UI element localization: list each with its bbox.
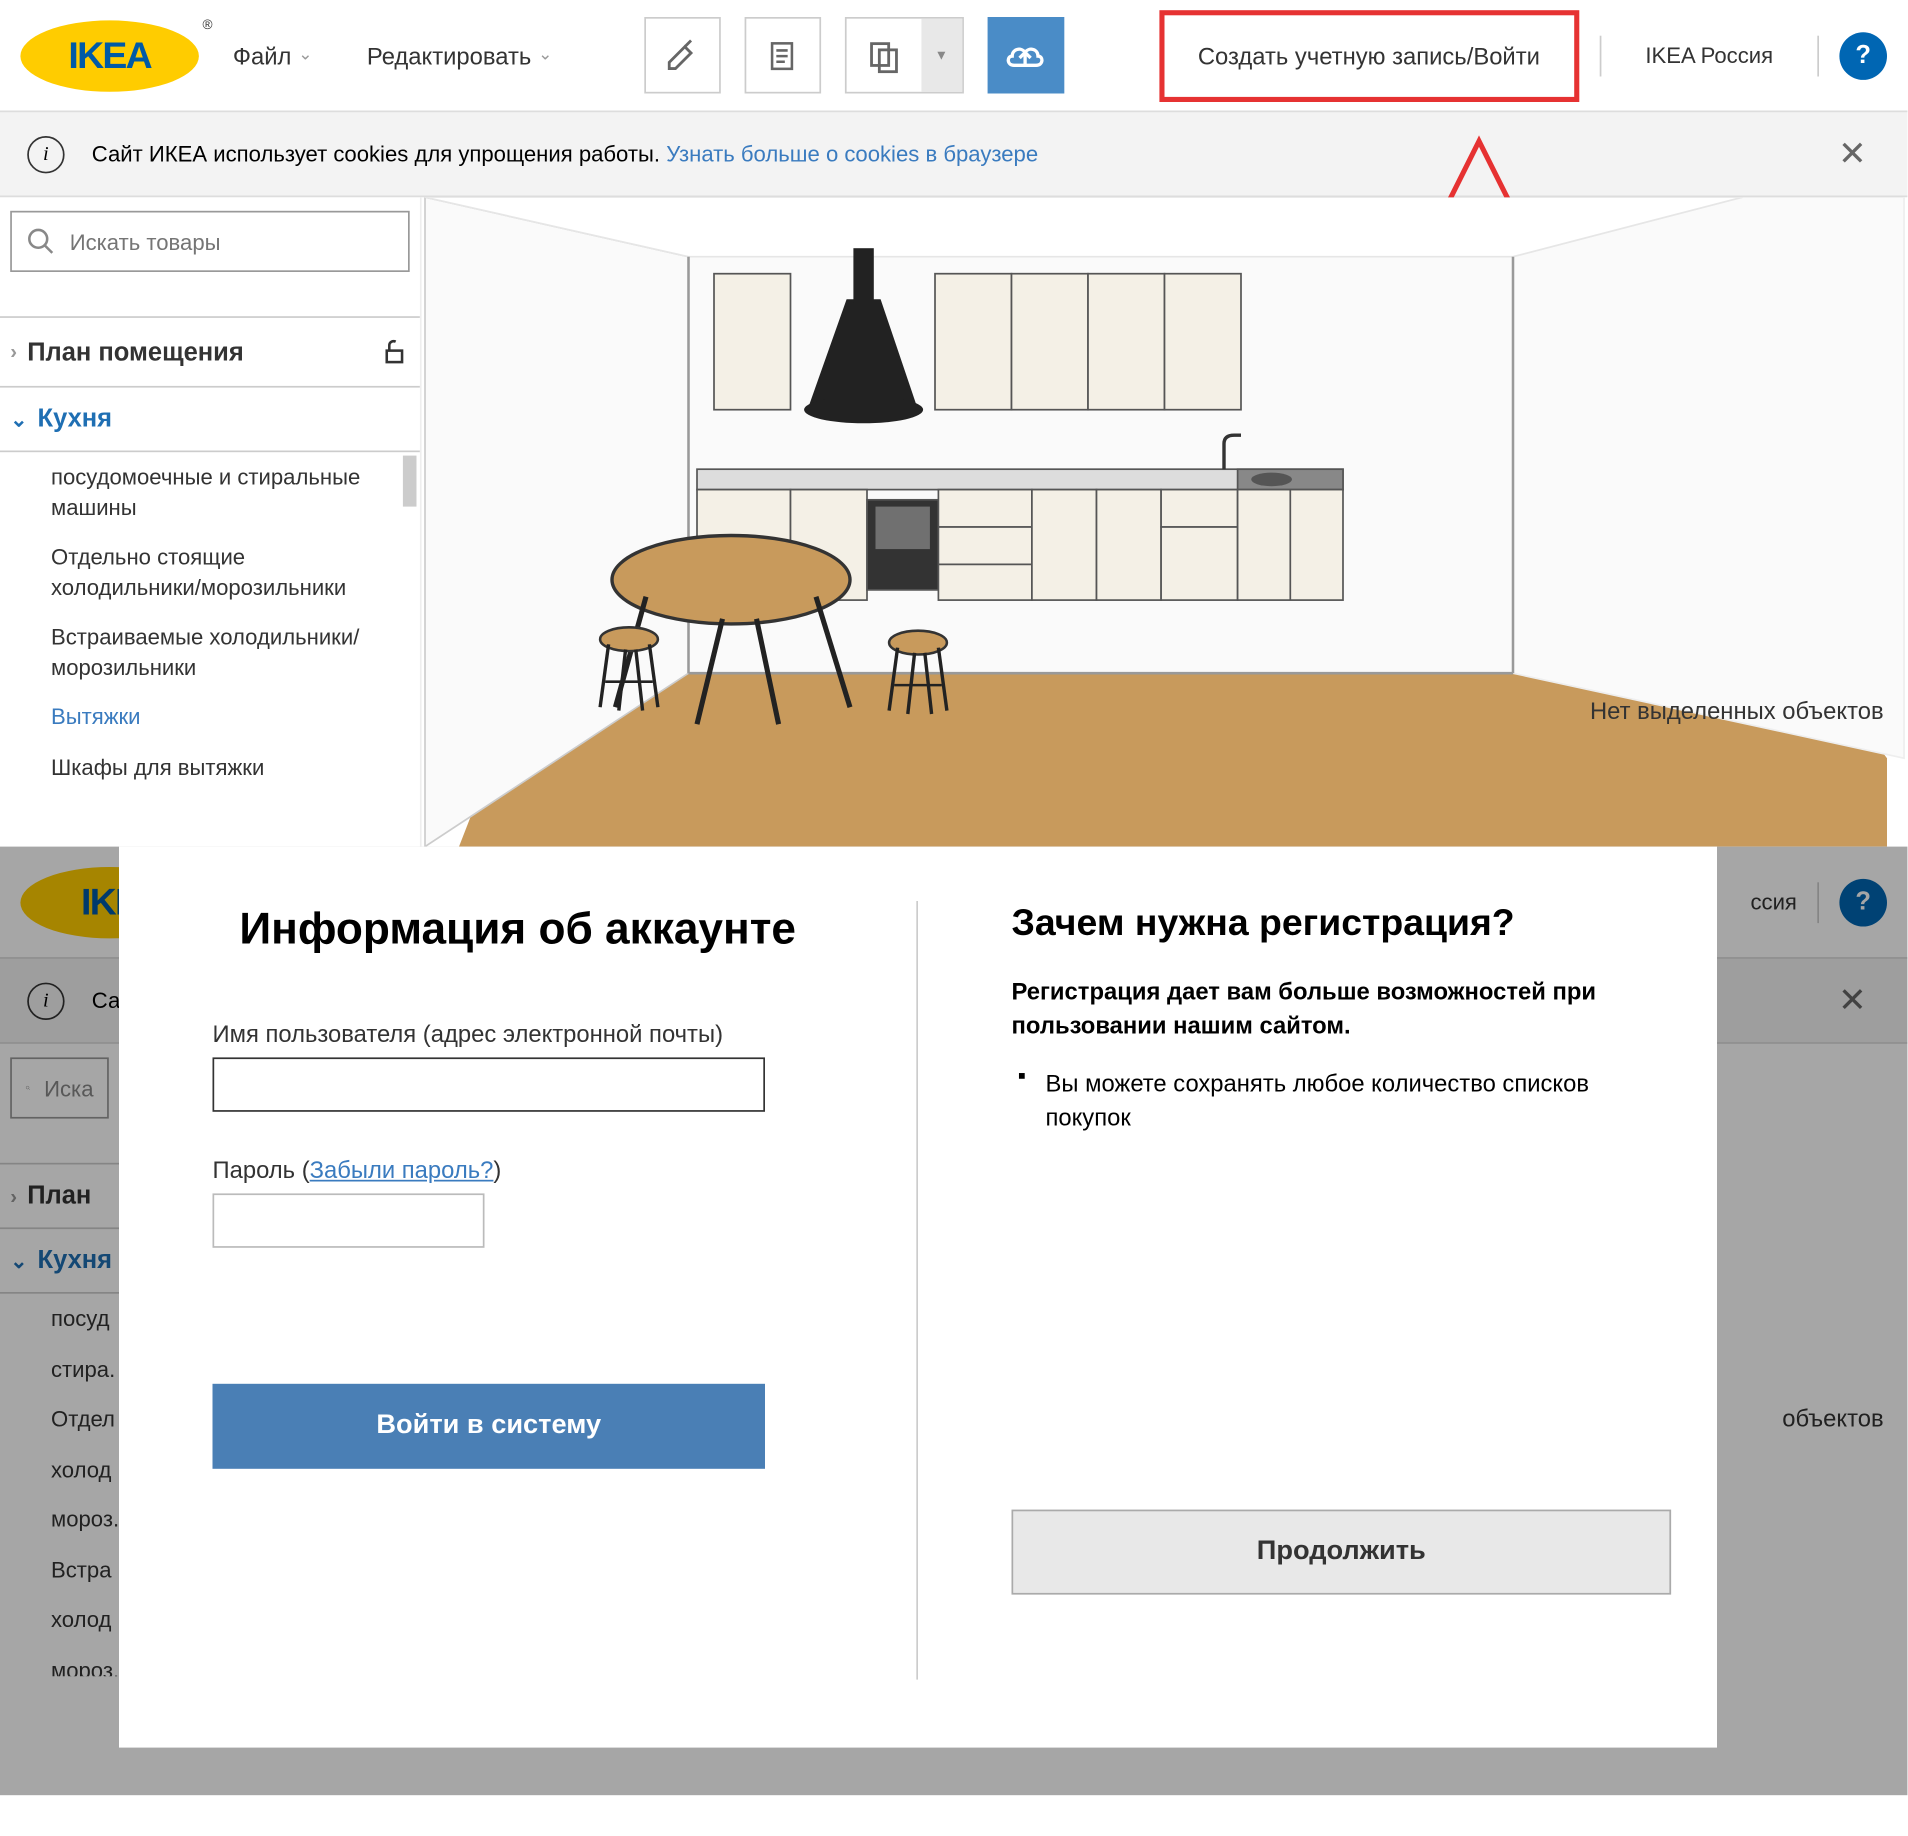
section-kitchen-label: Кухня xyxy=(38,405,113,434)
list-item[interactable]: посудомоечные и стиральные машины xyxy=(51,452,403,532)
cloud-upload-button[interactable] xyxy=(988,17,1065,94)
continue-button[interactable]: Продолжить xyxy=(1012,1509,1672,1594)
cloud-upload-icon xyxy=(1004,38,1048,72)
login-button[interactable]: Войти в систему xyxy=(213,1383,766,1468)
selection-status: Нет выделенных объектов xyxy=(1590,697,1884,724)
list-item[interactable]: Встраиваемые холодильники/морозильники xyxy=(51,612,403,692)
chevron-down-icon: ⌄ xyxy=(10,407,27,431)
trademark-icon: ® xyxy=(202,16,212,31)
header: IKEA ® Файл ⌄ Редактировать ⌄ ▼ Создать … xyxy=(0,0,1907,111)
cookie-link[interactable]: Узнать больше о cookies в браузере xyxy=(666,141,1038,167)
design-canvas[interactable]: Нет выделенных объектов xyxy=(420,197,1908,846)
info-icon: i xyxy=(27,135,64,172)
ikea-logo-wrapper[interactable]: IKEA ® xyxy=(20,20,199,91)
list-item[interactable]: Отдельно стоящие холодильники/морозильни… xyxy=(51,532,403,612)
pencil-icon xyxy=(664,37,701,74)
sidebar-section-plan[interactable]: › План помещения xyxy=(0,316,420,386)
password-input[interactable] xyxy=(213,1193,485,1247)
divider xyxy=(1817,35,1819,76)
divider xyxy=(1599,35,1601,76)
sidebar-section-kitchen[interactable]: ⌄ Кухня xyxy=(0,386,420,452)
list-item-active[interactable]: Вытяжки xyxy=(51,692,403,742)
chevron-right-icon: › xyxy=(10,340,17,364)
modal-title: Информация об аккаунте xyxy=(213,901,823,958)
login-screen: IKE ссия ? i Са ✕ Иска ›План ⌄Кухня п xyxy=(0,847,1907,1796)
document-icon xyxy=(766,37,800,74)
help-button[interactable]: ? xyxy=(1839,31,1887,79)
sidebar-item-list: посудомоечные и стиральные машины Отдель… xyxy=(0,452,403,801)
edit-button[interactable] xyxy=(644,17,721,94)
search-input[interactable] xyxy=(70,229,395,255)
copy-button[interactable]: ▼ xyxy=(845,17,964,94)
modal-right-title: Зачем нужна регистрация? xyxy=(1012,901,1624,945)
unlock-icon xyxy=(379,335,410,369)
modal-right-subtitle: Регистрация дает вам больше возможностей… xyxy=(1012,976,1624,1043)
sidebar: › План помещения ⌄ Кухня посудомоечные и… xyxy=(0,197,420,846)
region-link[interactable]: IKEA Россия xyxy=(1622,29,1797,82)
cookie-bar: i Сайт ИКЕА использует cookies для упрощ… xyxy=(0,111,1907,198)
section-plan-label: План помещения xyxy=(27,337,244,366)
chevron-down-icon: ⌄ xyxy=(298,46,312,65)
scrollbar[interactable] xyxy=(403,456,417,507)
ikea-logo: IKEA xyxy=(68,33,151,77)
modal-bullet: Вы можете сохранять любое количество спи… xyxy=(1012,1066,1624,1135)
menu-edit[interactable]: Редактировать ⌄ xyxy=(346,42,572,69)
menu-edit-label: Редактировать xyxy=(367,42,531,69)
chevron-down-icon: ⌄ xyxy=(538,46,552,65)
planner-panel: IKEA ® Файл ⌄ Редактировать ⌄ ▼ Создать … xyxy=(0,0,1907,847)
cookie-text: Сайт ИКЕА использует cookies для упрощен… xyxy=(92,141,660,167)
username-input[interactable] xyxy=(213,1057,766,1111)
close-icon[interactable]: ✕ xyxy=(1824,133,1880,176)
kitchen-render xyxy=(422,197,1908,846)
search-box[interactable] xyxy=(10,211,410,272)
menu-file[interactable]: Файл ⌄ xyxy=(213,42,333,69)
menu-file-label: Файл xyxy=(233,42,292,69)
document-button[interactable] xyxy=(744,17,821,94)
username-label: Имя пользователя (адрес электронной почт… xyxy=(213,1020,823,1047)
password-label: Пароль (Забыли пароль?) xyxy=(213,1156,823,1183)
copy-icon xyxy=(865,37,902,74)
forgot-password-link[interactable]: Забыли пароль? xyxy=(310,1156,494,1183)
login-modal: Информация об аккаунте Имя пользователя … xyxy=(119,847,1717,1748)
chevron-down-icon: ▼ xyxy=(921,19,962,92)
list-item[interactable]: Шкафы для вытяжки xyxy=(51,743,403,793)
search-icon xyxy=(26,226,57,257)
create-account-login-link[interactable]: Создать учетную запись/Войти xyxy=(1159,9,1579,101)
